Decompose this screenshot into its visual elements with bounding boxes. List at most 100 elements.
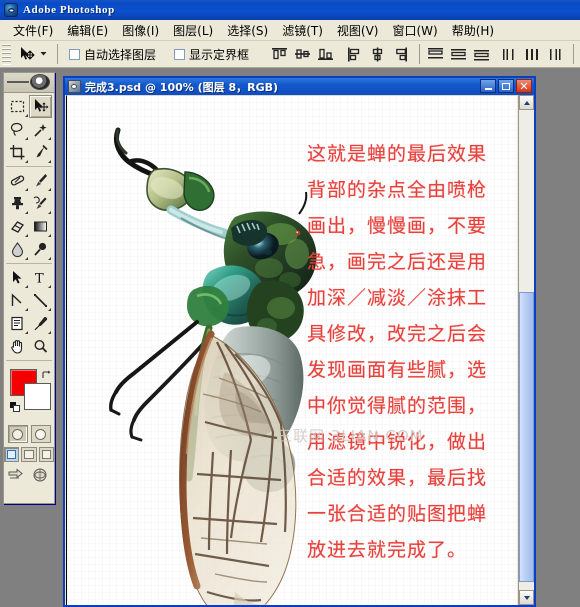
swap-colors-icon[interactable]	[41, 367, 51, 378]
toolbox-grid: T	[4, 93, 54, 363]
scroll-up-button[interactable]	[519, 95, 534, 110]
history-brush-tool[interactable]	[29, 192, 52, 215]
crop-tool-more-icon	[25, 160, 28, 163]
dodge-tool[interactable]	[29, 238, 52, 261]
menu-edit[interactable]: 编辑(E)	[60, 20, 115, 41]
eraser-tool[interactable]	[6, 215, 29, 238]
crop-tool[interactable]	[6, 141, 29, 164]
menu-window[interactable]: 窗口(W)	[385, 20, 444, 41]
pen-tool[interactable]	[6, 289, 29, 312]
distribute-bottom-edges-icon[interactable]	[471, 44, 492, 64]
line-tool[interactable]	[29, 289, 52, 312]
jump-to-other-app-icon[interactable]	[31, 467, 51, 484]
zoom-tool[interactable]	[29, 335, 52, 358]
scroll-down-button[interactable]	[519, 590, 534, 605]
jump-row	[4, 467, 54, 484]
lasso-tool-more-icon	[25, 137, 28, 140]
align-top-edges-icon[interactable]	[269, 44, 290, 64]
tool-preset-chevron-down-icon[interactable]	[39, 45, 48, 63]
align-vertical-centers-icon[interactable]	[292, 44, 313, 64]
image-canvas[interactable]: 这就是蝉的最后效果 背部的杂点全由喷枪 画出，慢慢画，不要 急，画完之后还是用 …	[67, 96, 517, 605]
align-horizontal-centers-icon[interactable]	[367, 44, 388, 64]
auto-select-layer-checkbox[interactable]: 自动选择图层	[69, 46, 156, 63]
path-selection-tool[interactable]	[6, 266, 29, 289]
current-tool-preset[interactable]	[14, 45, 52, 63]
toolbox-header[interactable]	[4, 73, 54, 93]
photoshop-eye-icon	[30, 74, 50, 90]
canvas-viewport[interactable]: 这就是蝉的最后效果 背部的杂点全由喷枪 画出，慢慢画，不要 急，画完之后还是用 …	[66, 95, 517, 605]
eyedropper-tool-more-icon	[48, 331, 51, 334]
auto-select-layer-box[interactable]	[69, 48, 80, 60]
standard-screen-mode-button[interactable]	[4, 447, 20, 462]
menu-view[interactable]: 视图(V)	[330, 20, 386, 41]
full-screen-icon	[41, 450, 51, 459]
document-title-bar[interactable]: 完成3.psd @ 100% (图层 8，RGB) ✕	[65, 78, 534, 95]
text-line: 放进去就完成了。	[307, 539, 468, 561]
distribute-left-edges-icon[interactable]	[499, 44, 520, 64]
align-left-edges-icon[interactable]	[344, 44, 365, 64]
type-tool[interactable]: T	[29, 266, 52, 289]
color-swatch-area	[10, 367, 54, 419]
scrollbar-track[interactable]	[519, 110, 534, 590]
default-colors-icon[interactable]	[10, 400, 21, 412]
options-bar-grip[interactable]	[2, 43, 11, 65]
options-bar: 自动选择图层 显示定界框	[0, 41, 580, 68]
standard-mask-mode-button[interactable]	[7, 425, 28, 443]
blur-tool[interactable]	[6, 238, 29, 261]
options-separator-3	[573, 44, 575, 64]
toolbox-drag-handle[interactable]	[7, 81, 29, 83]
align-right-edges-icon[interactable]	[390, 44, 411, 64]
marquee-tool[interactable]	[6, 95, 29, 118]
notes-tool[interactable]	[6, 312, 29, 335]
menu-file[interactable]: 文件(F)	[6, 20, 60, 41]
minimize-button[interactable]	[480, 79, 496, 93]
hand-tool[interactable]	[6, 335, 29, 358]
lasso-tool[interactable]	[6, 118, 29, 141]
clone-stamp-tool[interactable]	[6, 192, 29, 215]
menu-layer[interactable]: 图层(L)	[166, 20, 220, 41]
show-bounding-box-box[interactable]	[174, 48, 186, 60]
minimize-icon	[484, 87, 492, 90]
text-line: 一张合适的贴图把蝉	[307, 503, 488, 525]
toolbox-palette: T	[3, 72, 55, 504]
screen-mode-row	[4, 447, 54, 462]
show-bounding-box-checkbox[interactable]: 显示定界框	[174, 46, 249, 63]
brush-tool-more-icon	[48, 188, 51, 191]
full-screen-with-menubar-button[interactable]	[21, 447, 37, 462]
eyedropper-tool[interactable]	[29, 312, 52, 335]
quick-mask-mode-button[interactable]	[30, 425, 51, 443]
maximize-button[interactable]	[498, 79, 514, 93]
jump-to-imageready-icon[interactable]	[7, 467, 27, 484]
distribute-right-edges-icon[interactable]	[545, 44, 566, 64]
healing-brush-tool[interactable]	[6, 169, 29, 192]
gradient-tool[interactable]	[29, 215, 52, 238]
text-line: 中你觉得腻的范围，	[307, 395, 488, 417]
mask-mode-row	[4, 425, 54, 443]
text-line: 具修改，改完之后会	[307, 323, 488, 345]
full-screen-mode-button[interactable]	[38, 447, 54, 462]
distribute-vertical-centers-icon[interactable]	[448, 44, 469, 64]
background-color-swatch[interactable]	[24, 383, 51, 410]
text-line: 画出，慢慢画，不要	[307, 215, 488, 237]
brush-tool[interactable]	[29, 169, 52, 192]
menu-help[interactable]: 帮助(H)	[445, 20, 501, 41]
text-line: 合适的效果，最后找	[307, 467, 488, 489]
toolbox-separator-3	[6, 360, 52, 361]
menu-filter[interactable]: 滤镜(T)	[275, 20, 330, 41]
slice-tool[interactable]	[29, 141, 52, 164]
align-bottom-edges-icon[interactable]	[315, 44, 336, 64]
magic-wand-tool[interactable]	[29, 118, 52, 141]
move-tool[interactable]	[29, 95, 52, 118]
close-button[interactable]: ✕	[516, 79, 532, 93]
scrollbar-thumb[interactable]	[519, 292, 534, 582]
menu-image[interactable]: 图像(I)	[115, 20, 166, 41]
close-icon: ✕	[519, 79, 529, 93]
distribute-horizontal-centers-icon[interactable]	[522, 44, 543, 64]
blur-tool-more-icon	[25, 257, 28, 260]
distribute-top-edges-icon[interactable]	[425, 44, 446, 64]
align-vertical-group	[269, 44, 336, 64]
menu-select[interactable]: 选择(S)	[220, 20, 275, 41]
vertical-scrollbar[interactable]	[518, 95, 534, 605]
marquee-tool-more-icon	[25, 114, 28, 117]
svg-text:T: T	[35, 272, 44, 287]
